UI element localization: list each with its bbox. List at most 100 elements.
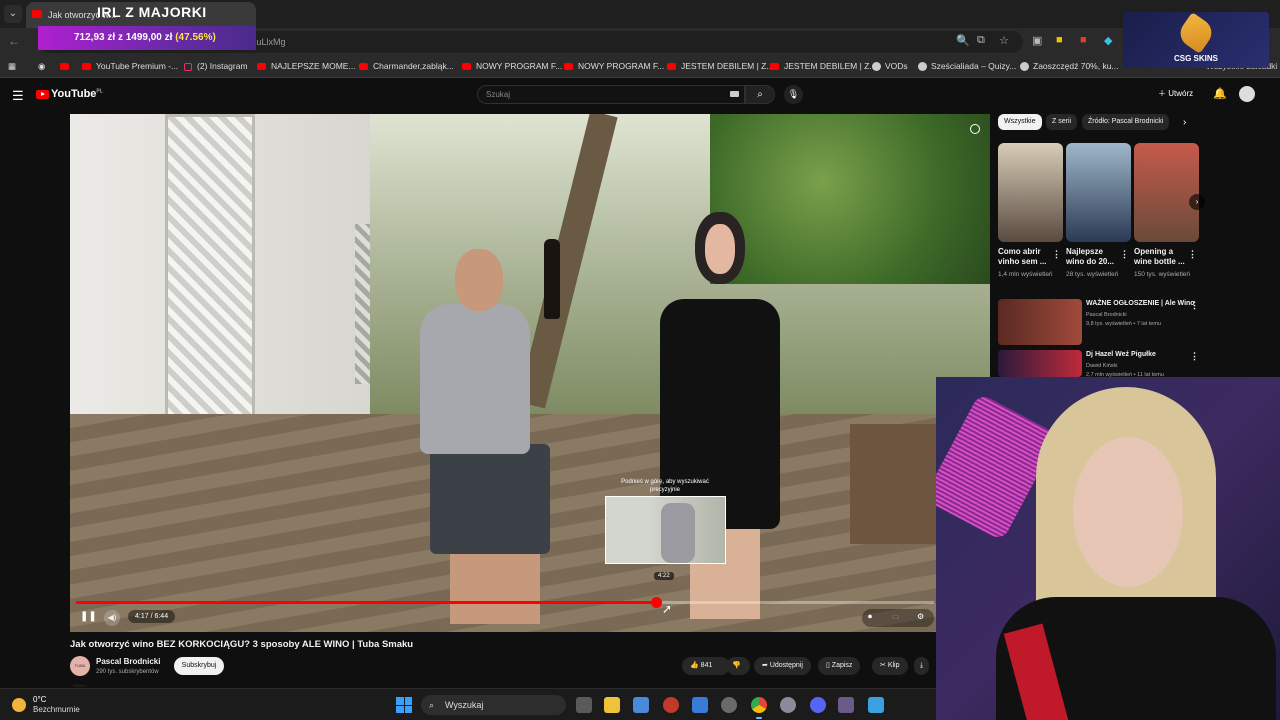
task-view-icon[interactable] [576, 697, 592, 713]
chrome-icon[interactable] [751, 697, 767, 719]
short-thumbnail[interactable] [1134, 143, 1199, 242]
app-icon[interactable] [838, 697, 854, 713]
extension-icon[interactable]: ◆ [1104, 34, 1112, 47]
bookmark-star-icon[interactable]: ☆ [999, 34, 1009, 47]
windows-start-icon[interactable] [396, 697, 412, 713]
more-vertical-icon[interactable]: ⋮ [1120, 249, 1129, 260]
weather-moon-icon[interactable] [12, 698, 26, 712]
microphone-icon: 🎙 [787, 89, 800, 99]
recommended-title[interactable]: WAŻNE OGŁOSZENIE | Ale Wino [1086, 300, 1195, 307]
search-input[interactable]: Szukaj [477, 85, 745, 104]
bookmark-label: NOWY PROGRAM F... [578, 61, 665, 71]
progress-bar[interactable] [76, 597, 934, 608]
app-icon[interactable] [692, 697, 708, 713]
like-button[interactable]: 👍 841 [682, 657, 730, 675]
apps-grid-icon[interactable]: ▦ [8, 61, 16, 72]
extension-icon[interactable]: ■ [1080, 34, 1087, 46]
autoplay-toggle-icon[interactable]: ⏺ [868, 612, 872, 622]
store-icon[interactable] [633, 697, 649, 713]
channel-name[interactable]: Pascal Brodnicki [96, 657, 160, 666]
weather-description[interactable]: Bezchmurnie [33, 705, 80, 714]
bookmark-item[interactable]: NAJLEPSZE MOME... [257, 61, 356, 71]
video-frame-window-grille [165, 114, 255, 444]
bookmark-item[interactable]: NOWY PROGRAM F... [564, 61, 664, 71]
youtube-icon [257, 63, 266, 71]
recommended-channel[interactable]: Pascal Brodnicki [1086, 311, 1127, 320]
bookmark-item[interactable]: Zaoszczędź 70%, ku... [1020, 61, 1119, 72]
bookmark-item[interactable]: Sześcialiada – Quizy... [918, 61, 1016, 72]
youtube-icon [359, 63, 368, 71]
short-title[interactable]: Como abrir vinho sem ... [998, 247, 1050, 267]
short-thumbnail[interactable] [1066, 143, 1131, 242]
shorts-next-button[interactable]: › [1189, 194, 1205, 210]
extension-icon[interactable]: ■ [1056, 34, 1063, 46]
instagram-icon [184, 62, 192, 71]
stream-overlay-title: IRL Z MAJORKI [97, 4, 207, 20]
chip-series[interactable]: Z serii [1046, 114, 1078, 130]
app-icon[interactable] [663, 697, 679, 713]
dislike-button[interactable]: 👎 [726, 657, 750, 675]
short-title[interactable]: Najlepsze wino do 20... [1066, 247, 1118, 267]
bookmark-label: NOWY PROGRAM F... [476, 61, 563, 71]
more-vertical-icon[interactable]: ⋮ [1190, 300, 1199, 311]
chip-source[interactable]: Źródło: Pascal Brodnicki [1082, 114, 1170, 130]
file-explorer-icon[interactable] [604, 697, 620, 713]
chevron-right-icon[interactable]: › [1183, 117, 1186, 128]
zoom-icon[interactable]: 🔍 [956, 34, 970, 47]
create-button[interactable]: ＋ Utwórz [1158, 88, 1193, 99]
extension-icon[interactable]: ▣ [1032, 34, 1042, 47]
download-button[interactable]: ⤓ [914, 657, 930, 675]
video-player[interactable] [70, 114, 990, 632]
bookmark-item[interactable]: VODs [872, 61, 908, 72]
app-icon[interactable] [868, 697, 884, 713]
back-arrow-icon[interactable]: ← [8, 34, 20, 48]
progress-scrubber[interactable] [650, 597, 662, 608]
bookmark-item[interactable]: JESTEM DEBILEM | Z... [770, 61, 876, 71]
bookmark-item[interactable]: YouTube Premium -... [82, 61, 178, 71]
video-thumbnail[interactable] [998, 350, 1082, 377]
ambient-mode-icon[interactable] [970, 124, 980, 134]
keyboard-icon[interactable] [730, 91, 739, 97]
voice-search-button[interactable]: 🎙 [784, 85, 803, 104]
settings-gear-icon[interactable]: ⚙ [917, 612, 924, 621]
more-vertical-icon[interactable]: ⋮ [1190, 351, 1199, 362]
bookmark-item[interactable]: NOWY PROGRAM F... [462, 61, 562, 71]
short-title[interactable]: Opening a wine bottle ... [1134, 247, 1186, 267]
app-icon[interactable] [721, 697, 737, 713]
short-thumbnail[interactable] [998, 143, 1063, 242]
steam-icon[interactable] [780, 697, 796, 713]
search-button[interactable]: ⌕ [745, 85, 775, 104]
channel-avatar[interactable]: TUBA SMAKU [70, 656, 90, 688]
more-vertical-icon[interactable]: ⋮ [1052, 249, 1061, 260]
more-vertical-icon[interactable]: ⋮ [1188, 249, 1197, 260]
volume-button[interactable]: ◀) [104, 610, 120, 626]
bookmark-item[interactable] [60, 61, 74, 71]
time-display: 4:17 / 6:44 [128, 610, 176, 623]
youtube-icon [36, 89, 49, 99]
recommended-channel[interactable]: Dawid Kiński [1086, 362, 1117, 371]
share-button[interactable]: ➦ Udostępnij [754, 657, 811, 675]
account-avatar[interactable] [1239, 86, 1255, 102]
bookmark-item[interactable]: (2) Instagram [184, 61, 248, 71]
save-button[interactable]: ▯ Zapisz [818, 657, 861, 675]
chip-all[interactable]: Wszystkie [998, 114, 1042, 130]
chevron-right-icon: › [1195, 197, 1199, 206]
menu-icon[interactable]: ☰ [12, 88, 24, 104]
bookmark-icon[interactable]: ◉ [38, 61, 45, 72]
tab-search-button[interactable]: ⌄ [4, 5, 22, 23]
bookmark-item[interactable]: JESTEM DEBILEM | Z... [667, 61, 773, 71]
install-app-icon[interactable]: ⧉ [977, 34, 985, 47]
notifications-bell-icon[interactable]: 🔔 [1213, 87, 1227, 100]
subtitles-icon[interactable]: ▭ [892, 612, 900, 621]
clip-button[interactable]: ✂ Klip [872, 657, 908, 675]
recommended-title[interactable]: Dj Hazel Weź Pigułke [1086, 351, 1156, 358]
bookmark-item[interactable]: Charmander,zabląk... [359, 61, 454, 71]
discord-icon[interactable] [810, 697, 826, 713]
video-thumbnail[interactable] [998, 299, 1082, 345]
pause-button[interactable]: ❚❚ [80, 610, 97, 624]
weather-temperature[interactable]: 0°C [33, 695, 46, 704]
taskbar-search[interactable]: ⌕ Wyszukaj [421, 695, 566, 715]
subscribe-button[interactable]: Subskrybuj [174, 657, 224, 675]
pause-icon: ❚❚ [80, 611, 97, 622]
youtube-logo[interactable]: YouTubePL [36, 88, 103, 100]
